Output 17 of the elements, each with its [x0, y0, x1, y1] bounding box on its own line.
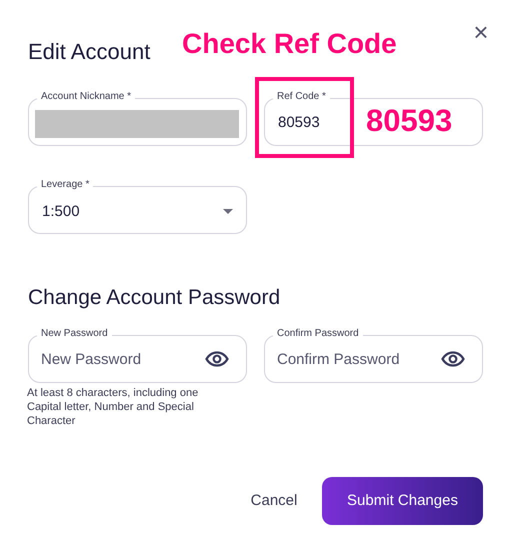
text-field[interactable] [28, 98, 247, 146]
password-field[interactable]: Confirm Password [264, 335, 483, 383]
password-input[interactable]: New Password [41, 347, 191, 371]
hint-text: At least 8 characters, including one Capital letter, Number and Special Character [27, 386, 200, 428]
submit-button[interactable]: Submit Changes [322, 477, 483, 525]
close-button[interactable]: × [470, 20, 492, 44]
eye-icon[interactable] [441, 351, 465, 367]
annotation-text: 80593 [366, 102, 452, 140]
caret-icon [223, 209, 233, 214]
annotation-text: Check Ref Code [182, 27, 397, 61]
cancel-button[interactable]: Cancel [248, 485, 300, 517]
dialog-title: Edit Account [28, 38, 150, 66]
eye-icon[interactable] [205, 351, 229, 367]
password-field[interactable]: New Password [28, 335, 247, 383]
password-input[interactable]: Confirm Password [277, 347, 427, 371]
section-title: Change Account Password [28, 285, 280, 311]
field-label: Leverage * [37, 178, 94, 192]
